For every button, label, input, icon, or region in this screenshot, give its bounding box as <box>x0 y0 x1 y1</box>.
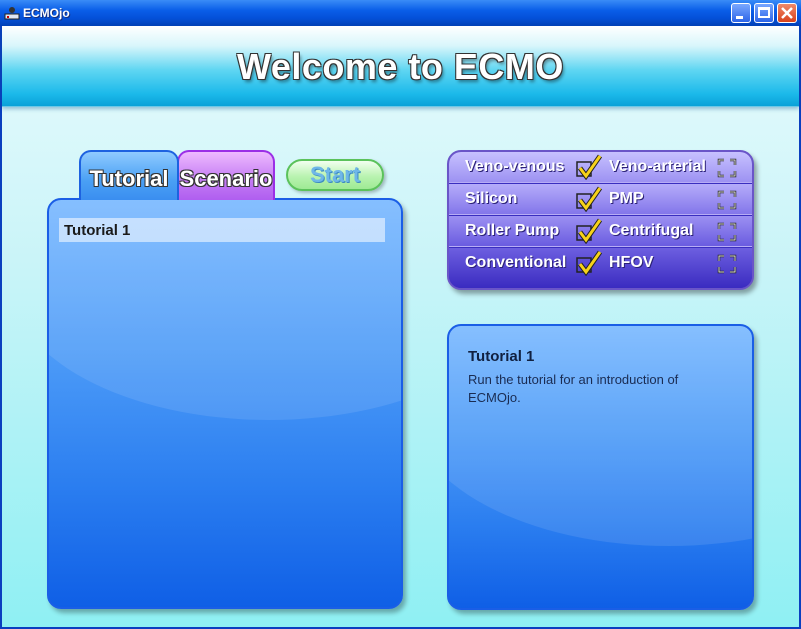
welcome-banner: Welcome to ECMO <box>2 26 799 107</box>
close-icon <box>781 7 793 19</box>
minimize-button[interactable] <box>731 3 751 23</box>
unchecked-box-icon[interactable] <box>717 254 737 274</box>
close-button[interactable] <box>777 3 797 23</box>
option-veno-venous-label[interactable]: Veno-venous <box>465 158 565 176</box>
option-row: Silicon PMP <box>449 184 752 215</box>
unchecked-box-icon[interactable] <box>717 158 737 178</box>
window-titlebar[interactable]: ECMOjo <box>0 0 801 26</box>
list-item-tutorial-1[interactable]: Tutorial 1 <box>59 218 385 242</box>
description-body: Run the tutorial for an introduction of … <box>468 372 679 405</box>
maximize-button[interactable] <box>754 3 774 23</box>
option-pmp-label[interactable]: PMP <box>609 190 644 208</box>
option-conventional-label[interactable]: Conventional <box>465 254 566 272</box>
window-title: ECMOjo <box>23 6 70 20</box>
unchecked-box-icon[interactable] <box>717 222 737 242</box>
options-grid: Veno-venous Veno-arterial Silicon PMP Ro… <box>447 150 754 290</box>
option-row: Roller Pump Centrifugal <box>449 216 752 247</box>
banner-title: Welcome to ECMO <box>237 46 564 87</box>
minimize-icon <box>736 16 743 19</box>
start-button[interactable]: Start <box>286 159 384 191</box>
description-panel: Tutorial 1 Run the tutorial for an intro… <box>447 324 754 610</box>
option-roller-pump-label[interactable]: Roller Pump <box>465 222 559 240</box>
unchecked-box-icon[interactable] <box>717 190 737 210</box>
option-centrifugal-label[interactable]: Centrifugal <box>609 222 693 240</box>
checkmark-icon[interactable] <box>575 186 603 212</box>
app-client-area: Welcome to ECMO Tutorial Scenario Start … <box>2 26 799 627</box>
app-icon <box>4 7 20 20</box>
option-hfov-label[interactable]: HFOV <box>609 254 653 272</box>
description-title: Tutorial 1 <box>468 348 535 365</box>
checkmark-icon[interactable] <box>575 250 603 276</box>
option-veno-arterial-label[interactable]: Veno-arterial <box>609 158 706 176</box>
option-silicon-label[interactable]: Silicon <box>465 190 517 208</box>
option-row: Veno-venous Veno-arterial <box>449 152 752 183</box>
checkmark-icon[interactable] <box>575 218 603 244</box>
tab-tutorial[interactable]: Tutorial <box>79 150 179 200</box>
maximize-icon <box>758 7 770 18</box>
tutorial-list-panel: Tutorial 1 <box>47 198 403 609</box>
checkmark-icon[interactable] <box>575 154 603 180</box>
option-row: Conventional HFOV <box>449 248 752 288</box>
tab-scenario[interactable]: Scenario <box>177 150 275 200</box>
